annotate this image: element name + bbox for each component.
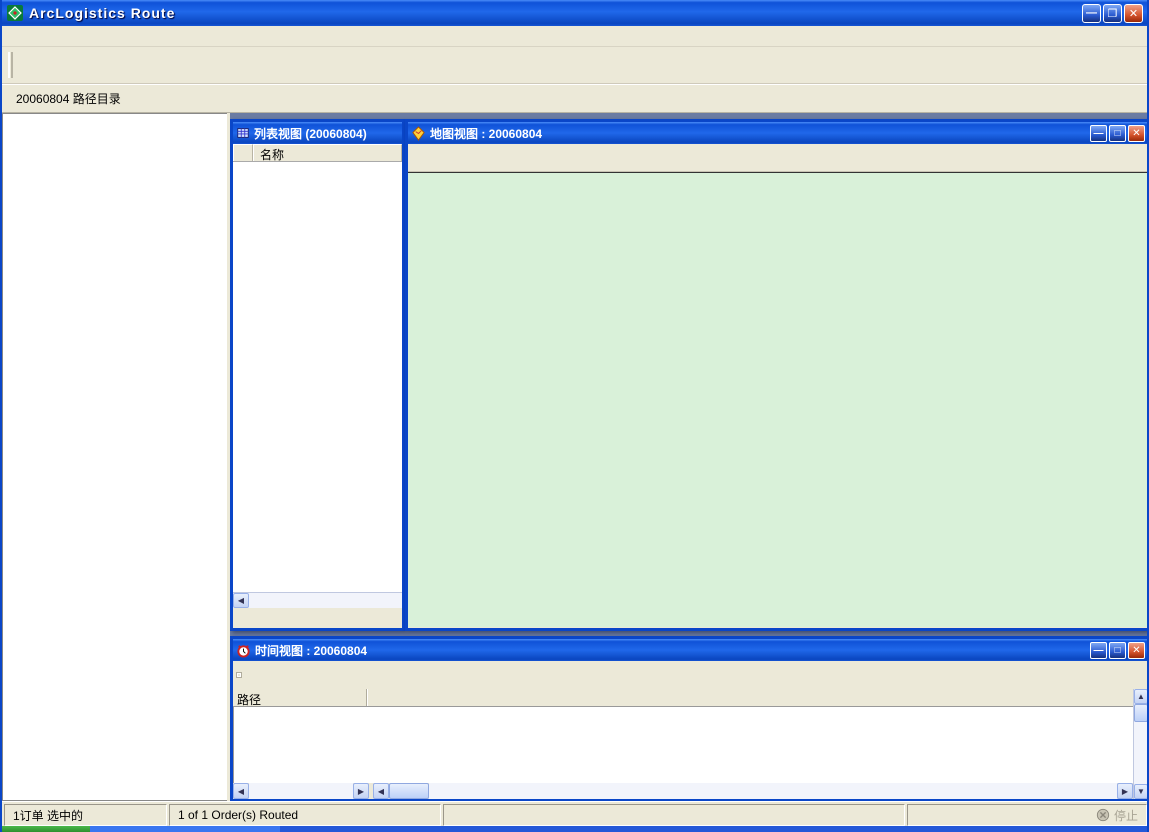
map-canvas[interactable] <box>408 172 1147 627</box>
list-header-name[interactable]: 名称 <box>253 144 402 161</box>
scroll-track[interactable] <box>429 783 1117 799</box>
scroll-track[interactable] <box>249 783 353 799</box>
taskbar-strip <box>2 826 1147 832</box>
app-logo-icon <box>6 4 24 22</box>
window-title: ArcLogistics Route <box>29 5 1080 21</box>
start-button[interactable] <box>2 826 90 832</box>
gantt-area[interactable] <box>233 707 1133 783</box>
taskbar-track <box>280 826 1147 832</box>
minimize-button[interactable]: — <box>1090 642 1107 659</box>
scroll-thumb[interactable] <box>1134 704 1147 722</box>
list-body <box>233 162 402 592</box>
status-routed: 1 of 1 Order(s) Routed <box>169 804 441 826</box>
list-view-window: 列表视图 (20060804) 名称 ◀ <box>230 119 405 631</box>
restore-button[interactable]: ❐ <box>1103 4 1122 23</box>
time-scale-group <box>237 673 241 677</box>
status-selection: 1订单 选中的 <box>4 804 167 826</box>
close-button[interactable]: ✕ <box>1128 125 1145 142</box>
timeline-hscrollbars: ◀ ▶ ◀ ▶ <box>233 783 1133 799</box>
scroll-left-arrow-icon[interactable]: ◀ <box>373 783 389 799</box>
title-bar: ArcLogistics Route —❐✕ <box>2 0 1147 26</box>
timeline-ruler[interactable]: 路径 <box>233 689 1133 707</box>
list-view-icon <box>236 126 250 140</box>
map-window-titlebar[interactable]: 地图视图 : 20060804 —□✕ <box>408 122 1147 144</box>
scroll-thumb[interactable] <box>389 783 429 799</box>
maximize-button[interactable]: □ <box>1109 125 1126 142</box>
list-window-title: 列表视图 (20060804) <box>254 125 399 142</box>
scroll-track[interactable] <box>249 593 402 608</box>
time-window-title: 时间视图 : 20060804 <box>255 642 1088 659</box>
time-window-titlebar[interactable]: 时间视图 : 20060804 —□✕ <box>233 639 1147 661</box>
time-toolbar <box>233 661 1147 689</box>
map-view-window: 地图视图 : 20060804 —□✕ <box>405 119 1147 631</box>
main-toolbar <box>2 47 1147 84</box>
app-window: ArcLogistics Route —❐✕ 20060804 路径目录 列表视… <box>0 0 1149 832</box>
minimize-button[interactable]: — <box>1082 4 1101 23</box>
scroll-track[interactable] <box>1134 722 1147 784</box>
time-view-icon <box>236 643 251 658</box>
scroll-left-arrow-icon[interactable]: ◀ <box>233 783 249 799</box>
list-window-titlebar[interactable]: 列表视图 (20060804) <box>233 122 402 144</box>
stop-label: 停止 <box>1114 807 1138 824</box>
list-header: 名称 <box>233 144 402 162</box>
minimize-button[interactable]: — <box>1090 125 1107 142</box>
ruler-column-divider[interactable] <box>366 689 368 706</box>
scroll-up-arrow-icon[interactable]: ▲ <box>1134 689 1147 704</box>
maximize-button[interactable]: □ <box>1109 642 1126 659</box>
list-header-blank <box>233 144 253 161</box>
stop-icon <box>1096 808 1110 822</box>
status-blank <box>443 804 905 826</box>
scroll-down-arrow-icon[interactable]: ▼ <box>1134 784 1147 799</box>
map-window-title: 地图视图 : 20060804 <box>430 125 1088 142</box>
close-button[interactable]: ✕ <box>1124 4 1143 23</box>
scroll-right-arrow-icon[interactable]: ▶ <box>353 783 369 799</box>
status-bar: 1订单 选中的 1 of 1 Order(s) Routed 停止 <box>2 801 1147 826</box>
toolbar-grip[interactable] <box>8 52 13 78</box>
scroll-right-arrow-icon[interactable]: ▶ <box>1117 783 1133 799</box>
timeline-hscrollbar[interactable]: ◀ ▶ <box>373 783 1133 799</box>
time-view-window: 时间视图 : 20060804 —□✕ 路径 <box>230 636 1147 801</box>
rows-hscrollbar[interactable]: ◀ ▶ <box>233 783 369 799</box>
map-toolbar <box>408 144 1147 172</box>
taskbar-task[interactable] <box>90 826 280 832</box>
mdi-area: 列表视图 (20060804) 名称 ◀ 地图视图 : 20060804 —□✕ <box>230 113 1147 801</box>
map-view-icon <box>411 126 426 141</box>
menu-bar <box>2 26 1147 47</box>
timeline-vscrollbar[interactable]: ▲ ▼ <box>1133 689 1147 799</box>
stop-button[interactable]: 停止 <box>907 804 1147 826</box>
project-tree <box>2 113 227 801</box>
close-button[interactable]: ✕ <box>1128 642 1145 659</box>
list-hscrollbar[interactable]: ◀ <box>233 592 402 608</box>
scroll-left-arrow-icon[interactable]: ◀ <box>233 593 249 608</box>
current-path-label: 20060804 路径目录 <box>2 84 1147 112</box>
gantt-row-header: 路径 <box>237 691 261 708</box>
